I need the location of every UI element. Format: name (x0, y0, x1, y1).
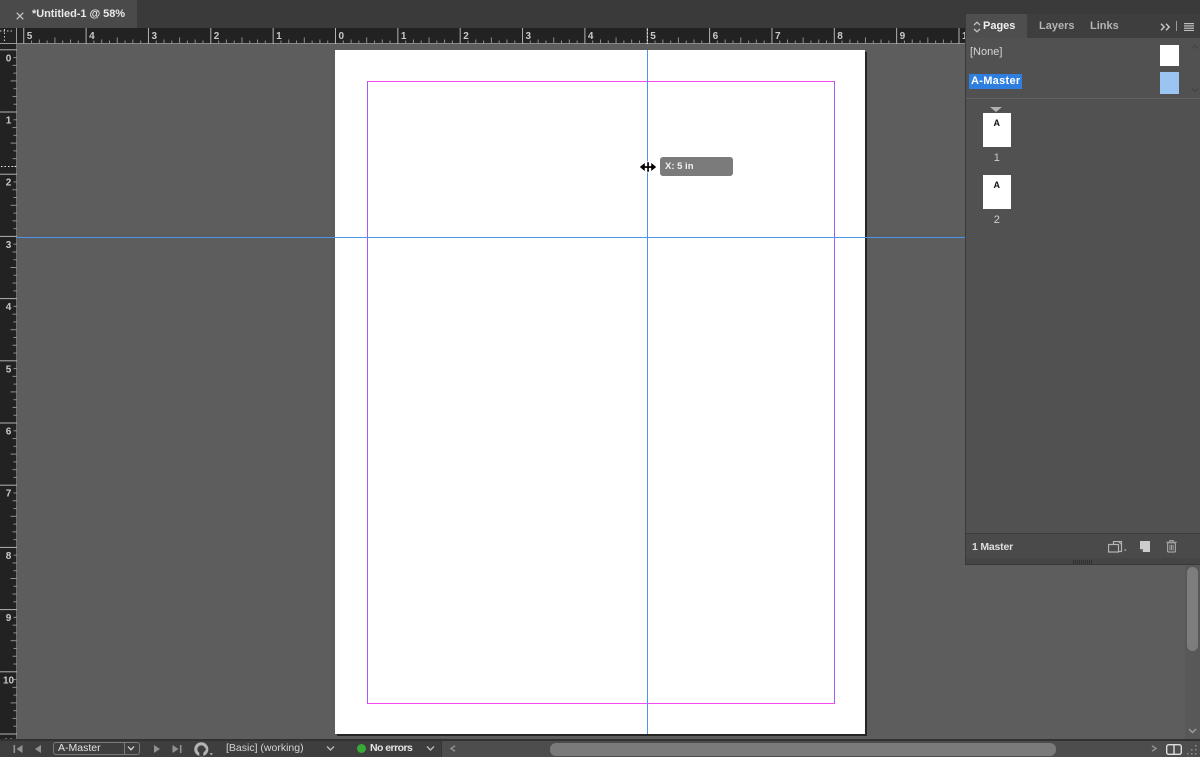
svg-text:10: 10 (3, 675, 15, 686)
svg-text:7: 7 (6, 489, 12, 500)
svg-text:2: 2 (463, 31, 469, 42)
svg-text:3: 3 (526, 31, 532, 42)
svg-text:0: 0 (339, 31, 345, 42)
svg-text:1: 1 (6, 116, 12, 127)
svg-text:5: 5 (27, 31, 33, 42)
svg-text:2: 2 (214, 31, 220, 42)
svg-text:8: 8 (6, 551, 12, 562)
svg-text:2: 2 (6, 178, 12, 189)
svg-text:3: 3 (151, 31, 157, 42)
svg-text:4: 4 (89, 31, 95, 42)
svg-text:8: 8 (837, 31, 843, 42)
svg-text:4: 4 (588, 31, 594, 42)
svg-text:7: 7 (775, 31, 781, 42)
svg-text:1: 1 (276, 31, 282, 42)
svg-text:3: 3 (6, 240, 12, 251)
svg-text:9: 9 (900, 31, 906, 42)
svg-text:0: 0 (6, 53, 12, 64)
svg-text:1: 1 (401, 31, 407, 42)
svg-text:9: 9 (6, 613, 12, 624)
svg-text:6: 6 (6, 427, 12, 438)
svg-text:4: 4 (6, 302, 12, 313)
svg-text:5: 5 (6, 364, 12, 375)
svg-text:5: 5 (650, 31, 656, 42)
svg-text:6: 6 (713, 31, 719, 42)
